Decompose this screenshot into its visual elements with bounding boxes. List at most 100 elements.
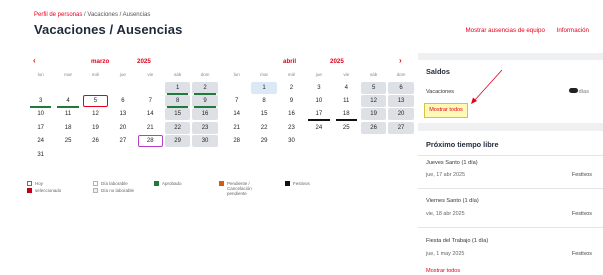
day-cell[interactable]: 9 [279, 95, 304, 107]
day-cell[interactable]: 21 [138, 122, 163, 134]
day-cell[interactable]: 7 [138, 95, 163, 107]
show-all-balances-button[interactable]: Mostrar todos [424, 103, 468, 118]
day-cell[interactable]: 16 [192, 108, 218, 121]
legend-selected: seleccionado [27, 188, 61, 193]
day-cell[interactable]: 27 [388, 121, 414, 134]
day-cell[interactable]: 28 [137, 135, 163, 148]
show-all-upcoming-link[interactable]: Mostrar todos [426, 268, 460, 274]
day-cell[interactable]: 4 [55, 95, 80, 109]
day-cell[interactable]: 8 [251, 95, 276, 107]
show-team-absences-link[interactable]: Mostrar ausencias de equipo [465, 27, 544, 34]
day-cell[interactable]: 5 [82, 95, 109, 108]
day-cell[interactable]: 6 [388, 81, 414, 94]
weekday-label: mié [91, 72, 100, 77]
day-cell[interactable]: 13 [110, 108, 135, 120]
event-date: jue, 17 abr 2025 [426, 172, 465, 178]
day-cell[interactable]: 27 [110, 135, 135, 147]
day-cell[interactable]: 19 [83, 122, 108, 134]
balance-label: Vacaciones [426, 89, 455, 95]
day-cell[interactable]: 6 [110, 95, 135, 107]
day-cell[interactable]: 13 [388, 95, 414, 108]
day-cell[interactable]: 4 [334, 82, 359, 94]
day-cell[interactable]: 26 [360, 121, 387, 134]
redaction-blob-icon [568, 88, 578, 93]
legend-workday: Día laborable [93, 181, 128, 186]
day-cell[interactable]: 1 [164, 81, 191, 95]
day-cell[interactable]: 23 [192, 121, 218, 134]
day-cell[interactable]: 12 [83, 108, 108, 120]
day-cell[interactable]: 18 [55, 122, 80, 134]
day-cell[interactable]: 17 [28, 122, 53, 134]
month-name: abril [283, 58, 297, 65]
day-cell[interactable]: 11 [334, 95, 359, 107]
day-cell[interactable]: 7 [224, 95, 249, 107]
day-cell[interactable]: 24 [306, 122, 331, 134]
day-cell[interactable]: 26 [83, 135, 108, 147]
day-cell[interactable]: 22 [251, 122, 276, 134]
day-cell[interactable]: 30 [279, 135, 304, 147]
day-cell[interactable]: 22 [164, 121, 191, 134]
day-cell[interactable]: 19 [360, 108, 387, 121]
day-cell[interactable]: 10 [28, 108, 53, 120]
weekday-label: jue [119, 72, 126, 77]
day-cell[interactable]: 14 [224, 108, 249, 120]
day-cell[interactable]: 31 [28, 149, 53, 161]
legend-pending: Pendiente / Cancelación pendiente [219, 181, 252, 197]
day-cell[interactable]: 25 [55, 135, 80, 147]
day-cell[interactable]: 16 [279, 108, 304, 120]
month-header: ‹ marzo 2025 [27, 53, 219, 69]
day-cell[interactable]: 20 [110, 122, 135, 134]
day-cell[interactable]: 21 [224, 122, 249, 134]
day-cell[interactable]: 25 [334, 122, 359, 134]
day-cell[interactable]: 3 [28, 95, 53, 109]
divider [418, 155, 603, 156]
balance-value: días [568, 88, 589, 95]
legend-approved: Aprobado [154, 181, 182, 186]
chevron-right-icon[interactable]: › [399, 56, 402, 65]
day-cell[interactable]: 15 [164, 108, 191, 121]
weekday-label: dom [200, 72, 210, 77]
day-cell[interactable]: 2 [279, 82, 304, 94]
day-cell-empty [28, 82, 53, 94]
day-cell[interactable]: 17 [306, 108, 331, 122]
day-cell[interactable]: 30 [192, 135, 218, 148]
pending-swatch-icon [219, 181, 224, 186]
chevron-left-icon[interactable]: ‹ [33, 56, 36, 65]
day-cell-empty [138, 82, 163, 94]
day-cell[interactable]: 2 [192, 81, 218, 95]
day-cell[interactable]: 5 [360, 81, 387, 94]
breadcrumb-link-profile[interactable]: Perfil de personas [34, 12, 82, 18]
weekday-label: sáb [369, 72, 378, 77]
information-link[interactable]: Información [557, 27, 589, 34]
legend-nonworkday: Día no laborable [93, 188, 134, 193]
day-cell[interactable]: 18 [334, 108, 359, 122]
weekday-label: jue [315, 72, 322, 77]
day-cell[interactable]: 10 [306, 95, 331, 107]
day-cell[interactable]: 8 [164, 95, 191, 109]
upcoming-time-off-card: Próximo tiempo libre Jueves Santo (1 día… [418, 131, 603, 275]
balances-card: Saldos Vacaciones días Mostrar todos [418, 60, 603, 123]
day-cell-empty [83, 82, 108, 94]
legend-holidays: Festivos [285, 181, 310, 186]
workday-swatch-icon [93, 181, 98, 186]
event-name: Jueves Santo (1 día) [426, 160, 478, 166]
day-cell[interactable]: 15 [251, 108, 276, 120]
weekday-label: lun [37, 72, 44, 77]
day-cell[interactable]: 23 [279, 122, 304, 134]
event-type: Festivos [571, 172, 592, 178]
day-cell[interactable]: 1 [251, 81, 277, 94]
weekday-row: lun mar mié jue vie sáb dom [223, 69, 415, 81]
day-cell[interactable]: 9 [192, 95, 218, 109]
day-cell[interactable]: 24 [28, 135, 53, 147]
weekday-label: dom [396, 72, 406, 77]
day-cell[interactable]: 12 [360, 95, 387, 108]
day-cell[interactable]: 29 [251, 135, 276, 147]
day-cell[interactable]: 14 [138, 108, 163, 120]
day-cell[interactable]: 3 [306, 82, 331, 94]
day-cell[interactable]: 11 [55, 108, 80, 120]
day-cell[interactable]: 28 [224, 135, 249, 147]
day-cell[interactable]: 29 [164, 135, 191, 148]
day-cell[interactable]: 20 [388, 108, 414, 121]
calendar-panel: ‹ marzo 2025 lun mar mié jue vie sáb dom 12345… [23, 53, 415, 275]
breadcrumb-current: Vacaciones / Ausencias [87, 12, 151, 18]
